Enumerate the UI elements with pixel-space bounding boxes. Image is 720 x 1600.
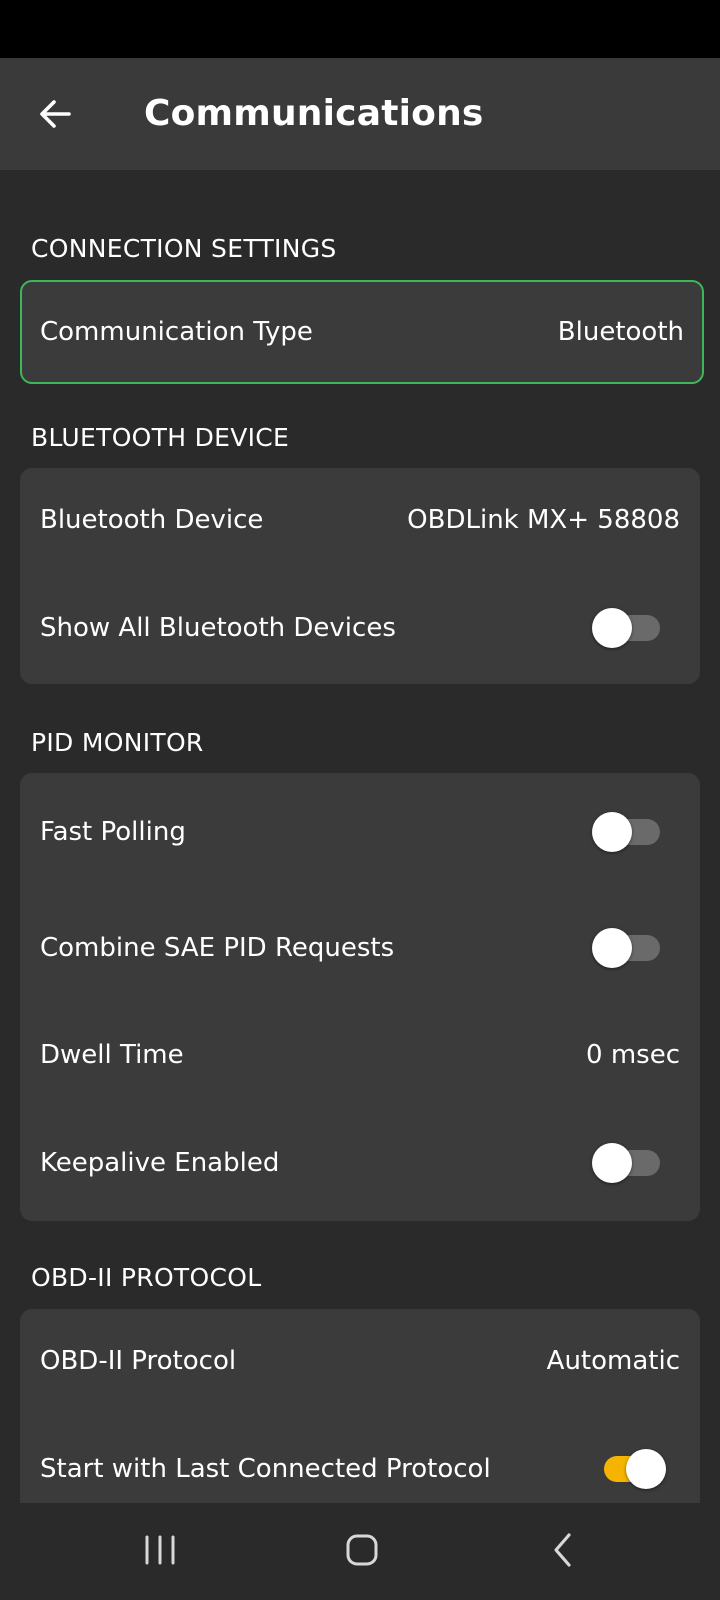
keepalive-label: Keepalive Enabled	[40, 1148, 280, 1178]
bluetooth-device-row[interactable]: Bluetooth Device OBDLink MX+ 58808	[20, 468, 700, 572]
obd2-protocol-label: OBD-II Protocol	[40, 1346, 237, 1376]
app-bar: Communications	[0, 58, 720, 170]
section-header-bluetooth-device: BLUETOOTH DEVICE	[31, 423, 290, 452]
recents-icon	[145, 1535, 175, 1565]
bluetooth-device-value: OBDLink MX+ 58808	[407, 505, 680, 535]
status-bar	[0, 0, 720, 58]
show-all-bluetooth-toggle[interactable]	[592, 608, 660, 648]
recents-button[interactable]	[130, 1525, 190, 1575]
home-icon	[346, 1534, 378, 1566]
section-header-connection-settings: CONNECTION SETTINGS	[31, 234, 337, 263]
combine-sae-row[interactable]: Combine SAE PID Requests	[20, 891, 700, 1005]
start-last-protocol-label: Start with Last Connected Protocol	[40, 1454, 491, 1484]
obd2-protocol-row[interactable]: OBD-II Protocol Automatic	[20, 1309, 700, 1413]
arrow-left-icon	[40, 100, 71, 128]
show-all-bluetooth-label: Show All Bluetooth Devices	[40, 613, 396, 643]
toggle-knob	[592, 608, 632, 648]
communication-type-value: Bluetooth	[557, 317, 684, 347]
home-button[interactable]	[332, 1525, 392, 1575]
section-header-pid-monitor: PID MONITOR	[31, 728, 204, 757]
dwell-time-label: Dwell Time	[40, 1040, 184, 1070]
communication-type-row[interactable]: Communication Type Bluetooth	[22, 282, 702, 382]
bluetooth-device-label: Bluetooth Device	[40, 505, 264, 535]
dwell-time-value: 0 msec	[586, 1040, 680, 1070]
toggle-knob	[592, 812, 632, 852]
card-bluetooth-device: Bluetooth Device OBDLink MX+ 58808 Show …	[20, 468, 700, 684]
combine-sae-toggle[interactable]	[592, 928, 660, 968]
keepalive-toggle[interactable]	[592, 1143, 660, 1183]
fast-polling-label: Fast Polling	[40, 817, 186, 847]
fast-polling-row[interactable]: Fast Polling	[20, 773, 700, 891]
nav-back-button[interactable]	[534, 1525, 594, 1575]
card-obd2-protocol: OBD-II Protocol Automatic Start with Las…	[20, 1309, 700, 1503]
obd2-protocol-value: Automatic	[546, 1346, 680, 1376]
page-title: Communications	[144, 93, 484, 134]
start-last-protocol-toggle[interactable]	[600, 1449, 666, 1489]
back-button[interactable]	[26, 82, 84, 146]
card-pid-monitor: Fast Polling Combine SAE PID Requests Dw…	[20, 773, 700, 1221]
toggle-knob	[626, 1449, 666, 1489]
card-connection-settings: Communication Type Bluetooth	[20, 280, 704, 384]
keepalive-row[interactable]: Keepalive Enabled	[20, 1111, 700, 1215]
section-header-obd2-protocol: OBD-II PROTOCOL	[31, 1263, 262, 1292]
combine-sae-label: Combine SAE PID Requests	[40, 933, 395, 963]
communication-type-label: Communication Type	[40, 317, 313, 347]
system-nav-bar	[0, 1503, 720, 1600]
dwell-time-row[interactable]: Dwell Time 0 msec	[20, 1003, 700, 1107]
toggle-knob	[592, 928, 632, 968]
chevron-left-icon	[554, 1533, 571, 1567]
show-all-bluetooth-row[interactable]: Show All Bluetooth Devices	[20, 576, 700, 680]
toggle-knob	[592, 1143, 632, 1183]
fast-polling-toggle[interactable]	[592, 812, 660, 852]
